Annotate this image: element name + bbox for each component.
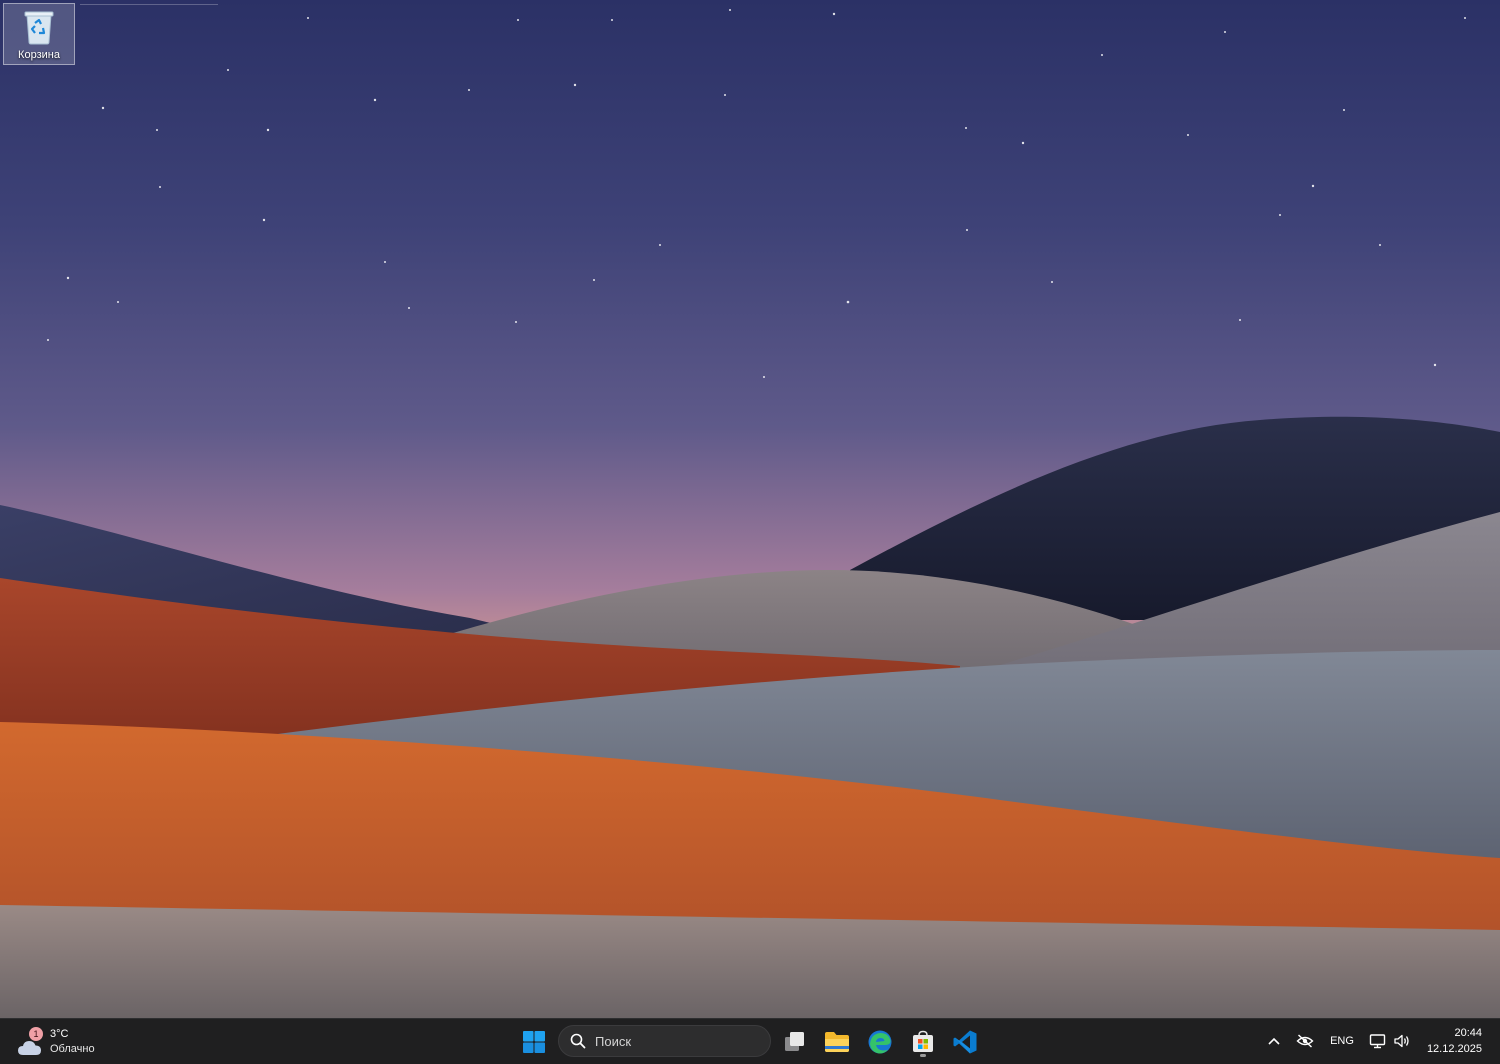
language-indicator[interactable]: ENG xyxy=(1327,1027,1357,1055)
taskbar: 1 3°C Облачно Поиск ENG 20:44 12.12.2025 xyxy=(0,1018,1500,1064)
search-placeholder: Поиск xyxy=(595,1033,632,1049)
folder-icon xyxy=(825,1032,849,1052)
window-edge xyxy=(80,0,218,5)
recycle-bin-icon xyxy=(24,11,54,45)
volume-button[interactable] xyxy=(1392,1027,1412,1055)
clock-time: 20:44 xyxy=(1454,1027,1482,1039)
wallpaper-landscape xyxy=(0,9,1500,1018)
clock[interactable]: 20:44 12.12.2025 xyxy=(1412,1025,1482,1057)
start-button[interactable] xyxy=(515,1023,553,1061)
vscode-button[interactable] xyxy=(946,1023,984,1061)
desktop-icon-label: Корзина xyxy=(18,49,60,61)
search-icon xyxy=(570,1033,586,1049)
speaker-icon xyxy=(1394,1034,1409,1048)
search-input[interactable]: Поиск xyxy=(558,1025,771,1057)
vscode-icon xyxy=(953,1030,977,1054)
weather-badge: 1 xyxy=(29,1027,43,1041)
chevron-up-icon xyxy=(1268,1037,1280,1045)
running-indicator-store xyxy=(920,1054,926,1057)
network-icon xyxy=(1369,1034,1386,1049)
file-explorer-button[interactable] xyxy=(818,1023,856,1061)
weather-temperature: 3°C xyxy=(50,1028,69,1040)
edge-icon xyxy=(868,1030,892,1054)
weather-icon-wrap: 1 xyxy=(16,1027,46,1057)
show-hidden-icons-button[interactable] xyxy=(1264,1027,1284,1055)
weather-condition: Облачно xyxy=(50,1043,95,1055)
task-view-icon xyxy=(785,1032,804,1051)
task-view-button[interactable] xyxy=(776,1023,814,1061)
eye-off-icon xyxy=(1296,1034,1314,1048)
edge-button[interactable] xyxy=(861,1023,899,1061)
store-icon xyxy=(913,1030,933,1052)
network-button[interactable] xyxy=(1368,1027,1388,1055)
desktop-icon-recycle-bin[interactable]: Корзина xyxy=(3,3,75,65)
tray-eye-off-button[interactable] xyxy=(1294,1027,1316,1055)
language-label: ENG xyxy=(1330,1035,1354,1047)
weather-widget[interactable]: 1 3°C Облачно xyxy=(16,1024,95,1060)
desktop: Корзина xyxy=(0,0,1500,1018)
clock-date: 12.12.2025 xyxy=(1426,1043,1482,1055)
stars xyxy=(47,9,1466,378)
windows-logo-icon xyxy=(523,1031,545,1053)
